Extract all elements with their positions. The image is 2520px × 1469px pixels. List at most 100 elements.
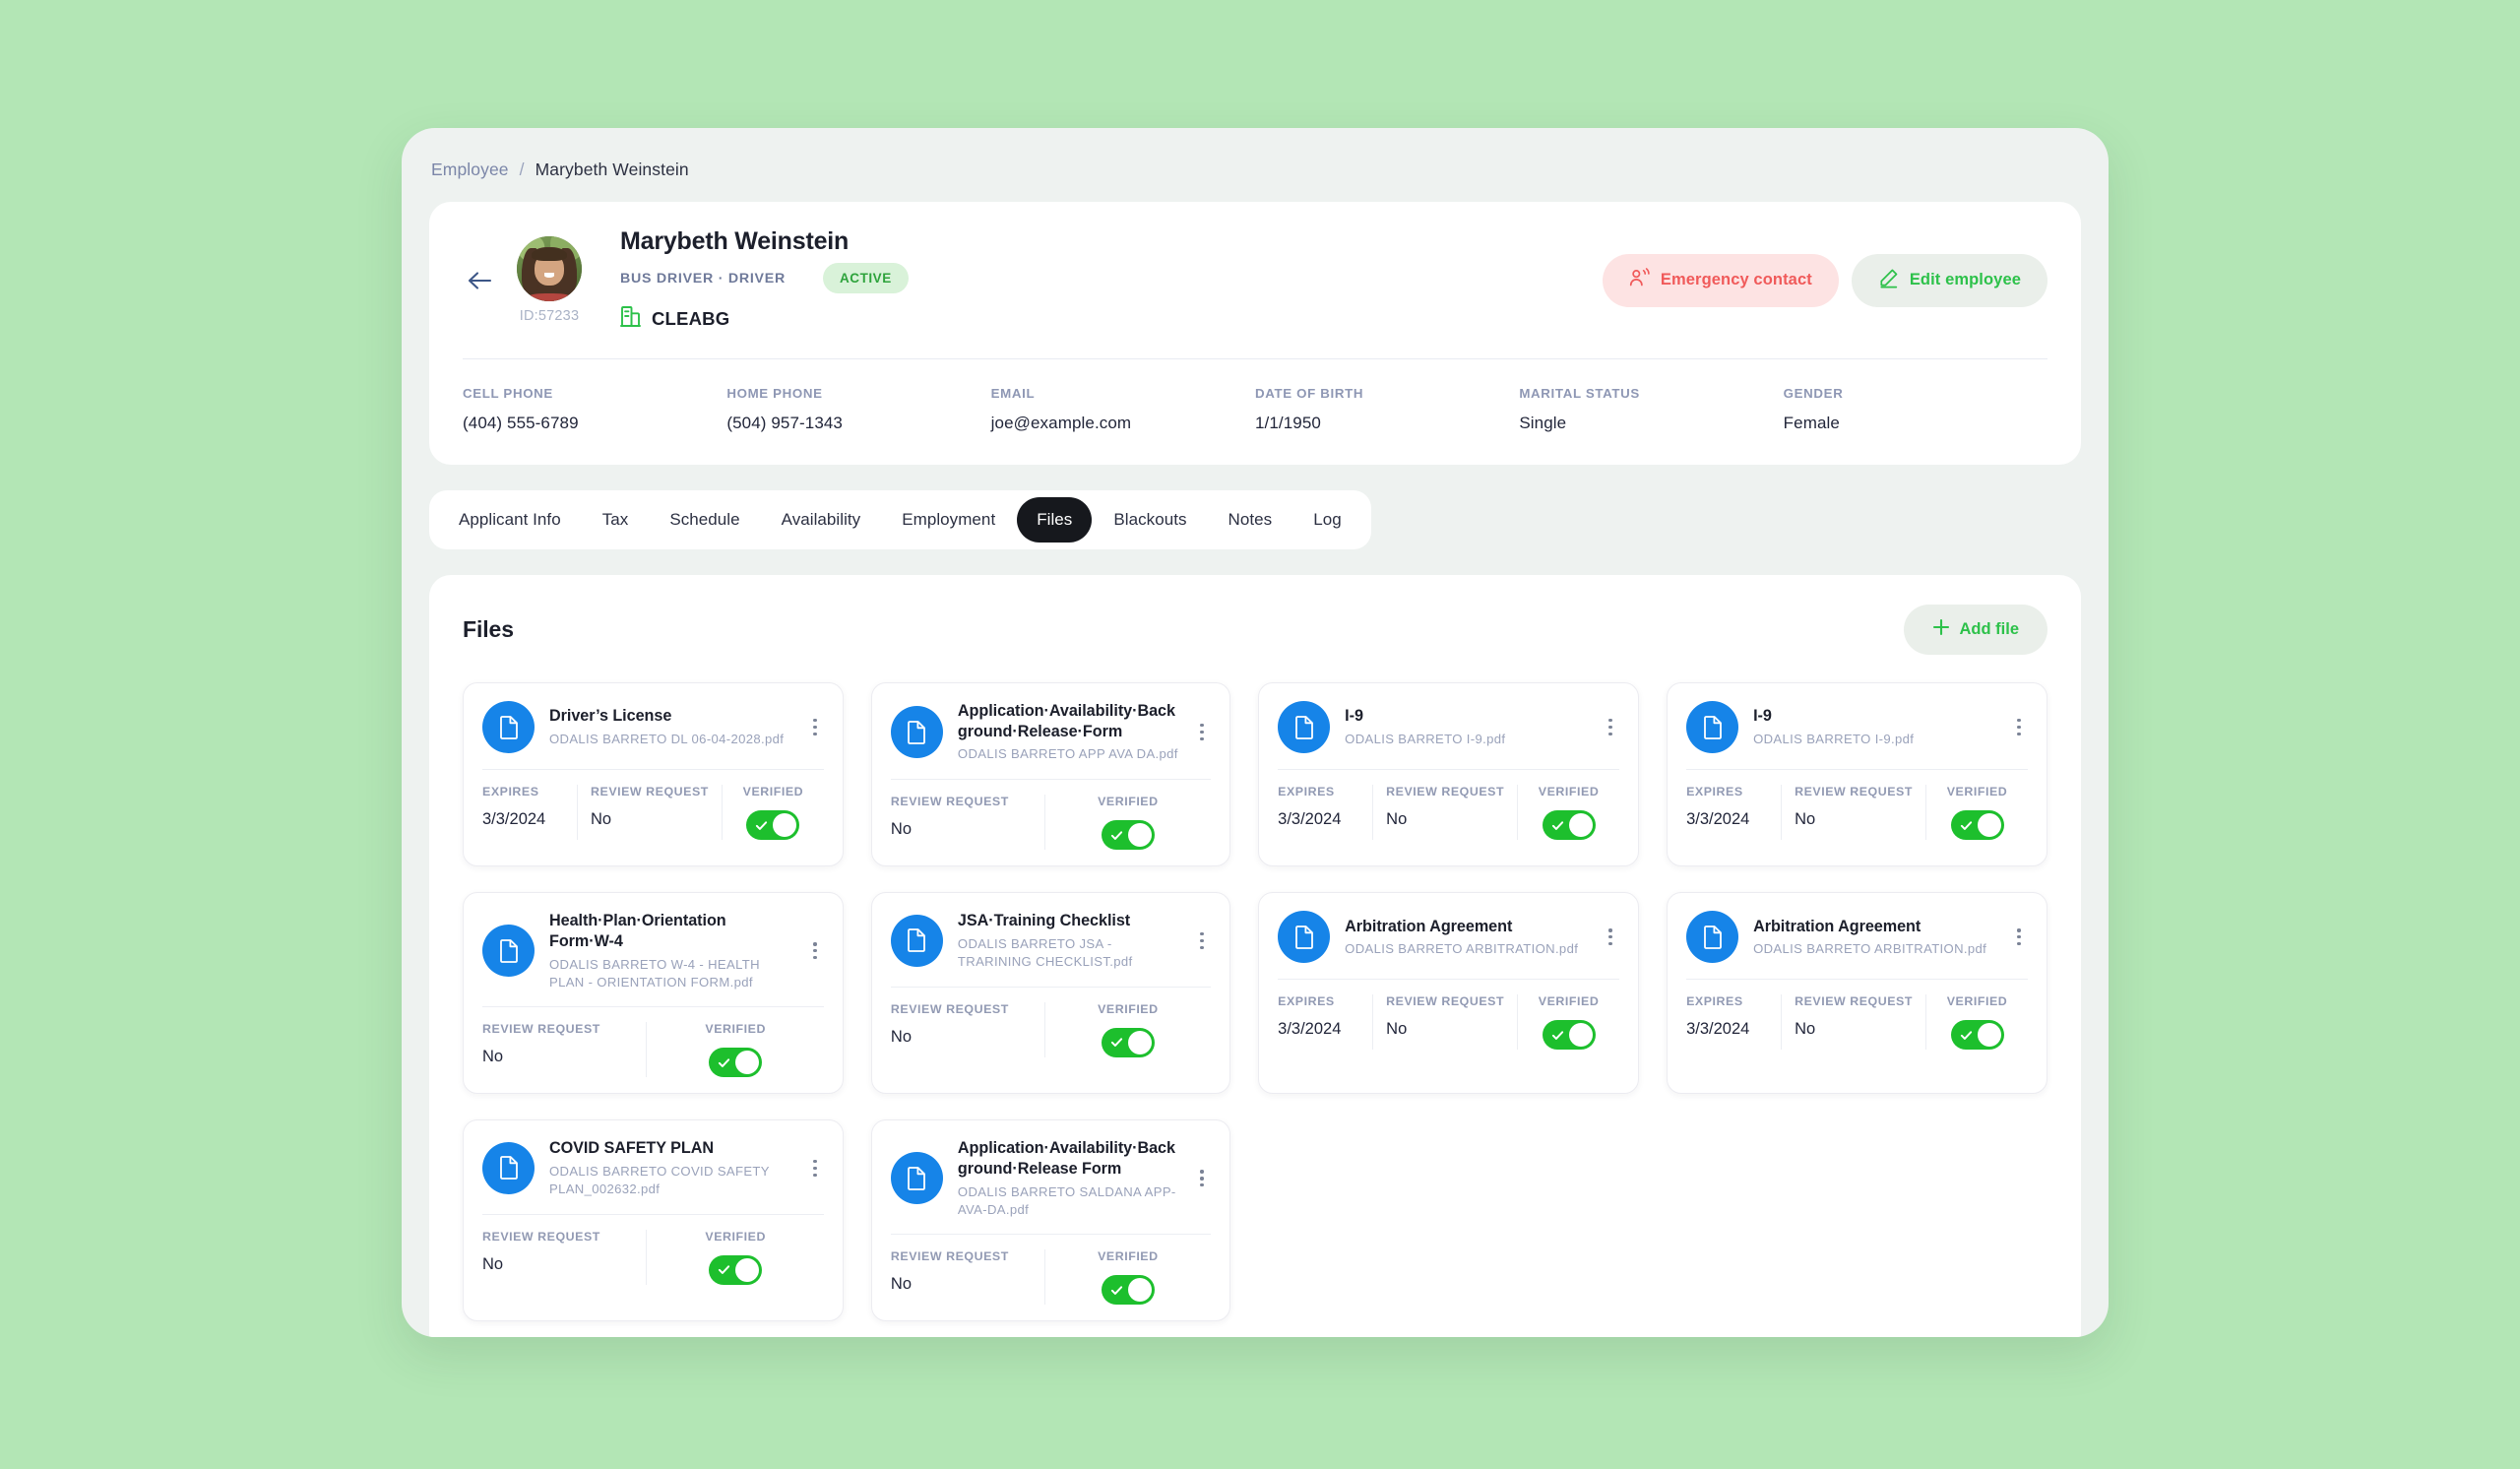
app-scroll-area[interactable]: Employee / Marybeth Weinstein ID:57233 M… xyxy=(402,128,2109,1337)
add-file-button[interactable]: Add file xyxy=(1903,605,2048,655)
tab-blackouts[interactable]: Blackouts xyxy=(1094,497,1206,543)
file-card-header: I-9 ODALIS BARRETO I-9.pdf xyxy=(1278,701,1619,753)
file-expires-cell: EXPIRES 3/3/2024 xyxy=(1278,785,1372,840)
edit-employee-button[interactable]: Edit employee xyxy=(1851,253,2048,307)
file-card-divider xyxy=(890,779,1212,781)
file-card-header: JSA·Training Checklist ODALIS BARRETO JS… xyxy=(890,911,1211,970)
file-expires-value: 3/3/2024 xyxy=(1278,1020,1342,1039)
file-card-divider xyxy=(1278,979,1620,981)
file-card-header: Application·Availability·Background·Rele… xyxy=(890,701,1211,763)
detail-value: joe@example.com xyxy=(990,414,1132,432)
file-options-menu-icon[interactable] xyxy=(806,938,824,963)
file-options-menu-icon[interactable] xyxy=(1193,928,1211,953)
verified-toggle[interactable] xyxy=(709,1048,763,1078)
detail-label: MARITAL STATUS xyxy=(1519,386,1640,401)
file-verified-cell: VERIFIED xyxy=(1925,785,2028,840)
file-verified-cell: VERIFIED xyxy=(1517,994,1619,1051)
file-title: Application·Availability·Background·Rele… xyxy=(957,1139,1175,1179)
file-card-meta: REVIEW REQUEST No VERIFIED xyxy=(891,1001,1211,1057)
employee-details-grid: CELL PHONE (404) 555-6789 HOME PHONE (50… xyxy=(463,359,2048,435)
tab-applicant-info[interactable]: Applicant Info xyxy=(439,497,581,543)
arrow-left-icon[interactable] xyxy=(463,264,496,297)
file-name: ODALIS BARRETO I-9.pdf xyxy=(1753,731,1915,746)
verified-toggle[interactable] xyxy=(1542,1020,1596,1051)
meta-label-expires: EXPIRES xyxy=(482,785,539,798)
verified-toggle[interactable] xyxy=(746,810,800,840)
file-card[interactable]: Driver’s License ODALIS BARRETO DL 06-04… xyxy=(463,682,844,867)
meta-label-expires: EXPIRES xyxy=(1278,994,1335,1009)
file-verified-cell: VERIFIED xyxy=(646,1229,823,1285)
file-review-request-value: No xyxy=(482,1048,504,1066)
file-name: ODALIS BARRETO COVID SAFETY PLAN_002632.… xyxy=(549,1164,770,1196)
meta-label-expires: EXPIRES xyxy=(1278,785,1335,798)
detail-cell-home-phone: HOME PHONE (504) 957-1343 xyxy=(726,386,990,433)
tab-schedule[interactable]: Schedule xyxy=(650,497,759,543)
meta-label-verified: VERIFIED xyxy=(1098,795,1159,809)
file-title: Arbitration Agreement xyxy=(1753,917,1922,935)
file-card[interactable]: Application·Availability·Background·Rele… xyxy=(870,682,1231,867)
file-options-menu-icon[interactable] xyxy=(1193,720,1211,744)
tab-tax[interactable]: Tax xyxy=(583,497,649,543)
verified-toggle[interactable] xyxy=(1950,810,2004,840)
meta-label-verified: VERIFIED xyxy=(705,1022,766,1037)
meta-label-review-request: REVIEW REQUEST xyxy=(482,1022,600,1037)
file-options-menu-icon[interactable] xyxy=(1602,715,1619,739)
file-expires-value: 3/3/2024 xyxy=(1278,810,1342,828)
file-options-menu-icon[interactable] xyxy=(1193,1166,1211,1190)
verified-toggle[interactable] xyxy=(709,1254,763,1285)
files-panel-header: Files Add file xyxy=(463,605,2048,655)
files-title: Files xyxy=(463,616,514,642)
file-card-header: I-9 ODALIS BARRETO I-9.pdf xyxy=(1686,701,2028,753)
verified-toggle[interactable] xyxy=(1101,1275,1155,1306)
tab-availability[interactable]: Availability xyxy=(762,497,881,543)
employee-profile-card: ID:57233 Marybeth Weinstein BUS DRIVER ·… xyxy=(429,202,2081,465)
file-card[interactable]: Application·Availability·Background·Rele… xyxy=(870,1119,1231,1322)
file-options-menu-icon[interactable] xyxy=(2010,925,2028,949)
file-title: I-9 xyxy=(1753,707,1772,726)
file-options-menu-icon[interactable] xyxy=(806,1156,824,1181)
file-review-request-cell: REVIEW REQUEST No xyxy=(1781,785,1925,840)
file-card[interactable]: I-9 ODALIS BARRETO I-9.pdf EXPIRES 3/3/2… xyxy=(1258,682,1640,867)
profile-actions: Emergency contact Edit employee xyxy=(1602,253,2048,307)
file-card-header: Application·Availability·Background·Rele… xyxy=(890,1138,1211,1218)
tab-log[interactable]: Log xyxy=(1293,497,1361,543)
file-card-text: Arbitration Agreement ODALIS BARRETO ARB… xyxy=(1753,917,1995,959)
file-options-menu-icon[interactable] xyxy=(1602,925,1619,949)
file-card[interactable]: Health·Plan·Orientation Form·W-4 ODALIS … xyxy=(463,892,844,1095)
file-card-text: Driver’s License ODALIS BARRETO DL 06-04… xyxy=(549,706,791,748)
file-review-request-value: No xyxy=(591,810,612,828)
document-icon xyxy=(890,1152,943,1205)
tab-employment[interactable]: Employment xyxy=(882,497,1015,543)
file-options-menu-icon[interactable] xyxy=(806,715,824,739)
file-options-menu-icon[interactable] xyxy=(2010,715,2028,739)
file-card[interactable]: COVID SAFETY PLAN ODALIS BARRETO COVID S… xyxy=(463,1119,844,1322)
emergency-contact-button[interactable]: Emergency contact xyxy=(1602,253,1839,307)
file-card-text: JSA·Training Checklist ODALIS BARRETO JS… xyxy=(958,911,1178,970)
verified-toggle[interactable] xyxy=(1542,810,1596,840)
verified-toggle[interactable] xyxy=(1101,820,1155,851)
file-name: ODALIS BARRETO W-4 - HEALTH PLAN - ORIEN… xyxy=(549,956,760,990)
tab-files[interactable]: Files xyxy=(1017,497,1093,543)
verified-toggle[interactable] xyxy=(1101,1027,1155,1057)
meta-label-verified: VERIFIED xyxy=(705,1229,766,1244)
meta-label-review-request: REVIEW REQUEST xyxy=(482,1229,600,1244)
status-badge[interactable]: ACTIVE xyxy=(822,263,909,293)
file-title: Application·Availability·Background·Rele… xyxy=(957,702,1175,740)
document-icon xyxy=(1686,911,1739,964)
verified-toggle[interactable] xyxy=(1950,1020,2004,1051)
file-card[interactable]: I-9 ODALIS BARRETO I-9.pdf EXPIRES 3/3/2… xyxy=(1667,682,2048,867)
breadcrumb-employee-link[interactable]: Employee xyxy=(431,160,509,180)
detail-value: Female xyxy=(1783,414,1840,432)
file-card[interactable]: Arbitration Agreement ODALIS BARRETO ARB… xyxy=(1258,892,1640,1095)
file-card-divider xyxy=(1278,769,1620,770)
document-icon xyxy=(1686,701,1739,753)
file-card[interactable]: JSA·Training Checklist ODALIS BARRETO JS… xyxy=(870,892,1231,1095)
file-verified-cell: VERIFIED xyxy=(721,785,824,840)
file-title: Health·Plan·Orientation Form·W-4 xyxy=(549,912,726,950)
pencil-icon xyxy=(1878,268,1899,293)
file-card-divider xyxy=(890,986,1212,988)
file-card[interactable]: Arbitration Agreement ODALIS BARRETO ARB… xyxy=(1667,892,2048,1095)
file-card-divider xyxy=(482,1006,824,1008)
tab-notes[interactable]: Notes xyxy=(1209,497,1292,543)
file-review-request-cell: REVIEW REQUEST No xyxy=(577,785,722,840)
